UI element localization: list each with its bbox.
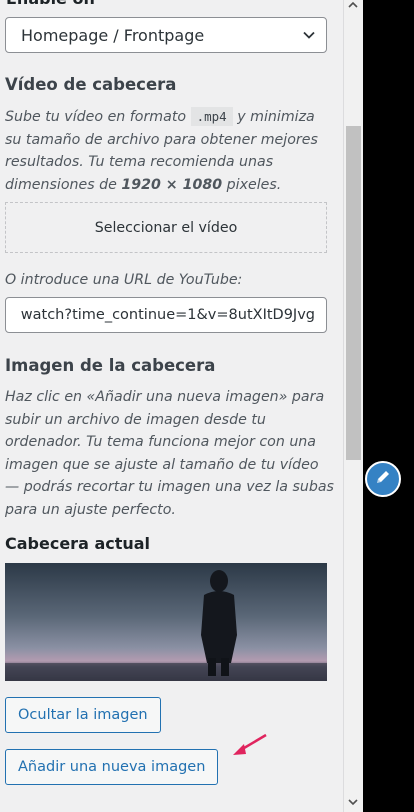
edit-shortcut-button[interactable] [365,461,401,497]
video-header-title: Vídeo de cabecera [5,75,177,94]
youtube-url-label: O introduce una URL de YouTube: [5,272,243,288]
add-new-image-button[interactable]: Añadir una nueva imagen [5,749,219,785]
youtube-url-input[interactable]: watch?time_continue=1&v=8utXItD9Jvg [5,297,327,333]
enable-on-value: Homepage / Frontpage [21,26,205,45]
chevron-down-icon [302,27,316,46]
youtube-url-value: watch?time_continue=1&v=8utXItD9Jvg [20,307,315,323]
scroll-up-icon[interactable] [348,0,358,13]
select-video-button[interactable]: Seleccionar el vídeo [5,202,327,253]
enable-on-label: Enable on [6,0,95,8]
header-image-title: Imagen de la cabecera [5,356,216,375]
hide-image-button[interactable]: Ocultar la imagen [5,697,161,733]
scroll-down-icon[interactable] [348,797,358,810]
enable-on-select[interactable]: Homepage / Frontpage [5,17,327,53]
arrow-icon [230,732,270,762]
mp4-code: .mp4 [190,107,233,126]
header-image-description: Haz clic en «Añadir una nueva imagen» pa… [5,389,334,518]
customizer-panel: Enable on Homepage / Frontpage Vídeo de … [0,0,343,812]
vertical-scrollbar[interactable] [343,0,363,812]
pencil-icon [374,468,392,490]
current-header-label: Cabecera actual [5,534,151,553]
video-description: Sube tu vídeo en formato .mp4 y minimiza… [5,107,318,193]
current-header-image [5,563,327,681]
scrollbar-thumb[interactable] [346,126,361,460]
